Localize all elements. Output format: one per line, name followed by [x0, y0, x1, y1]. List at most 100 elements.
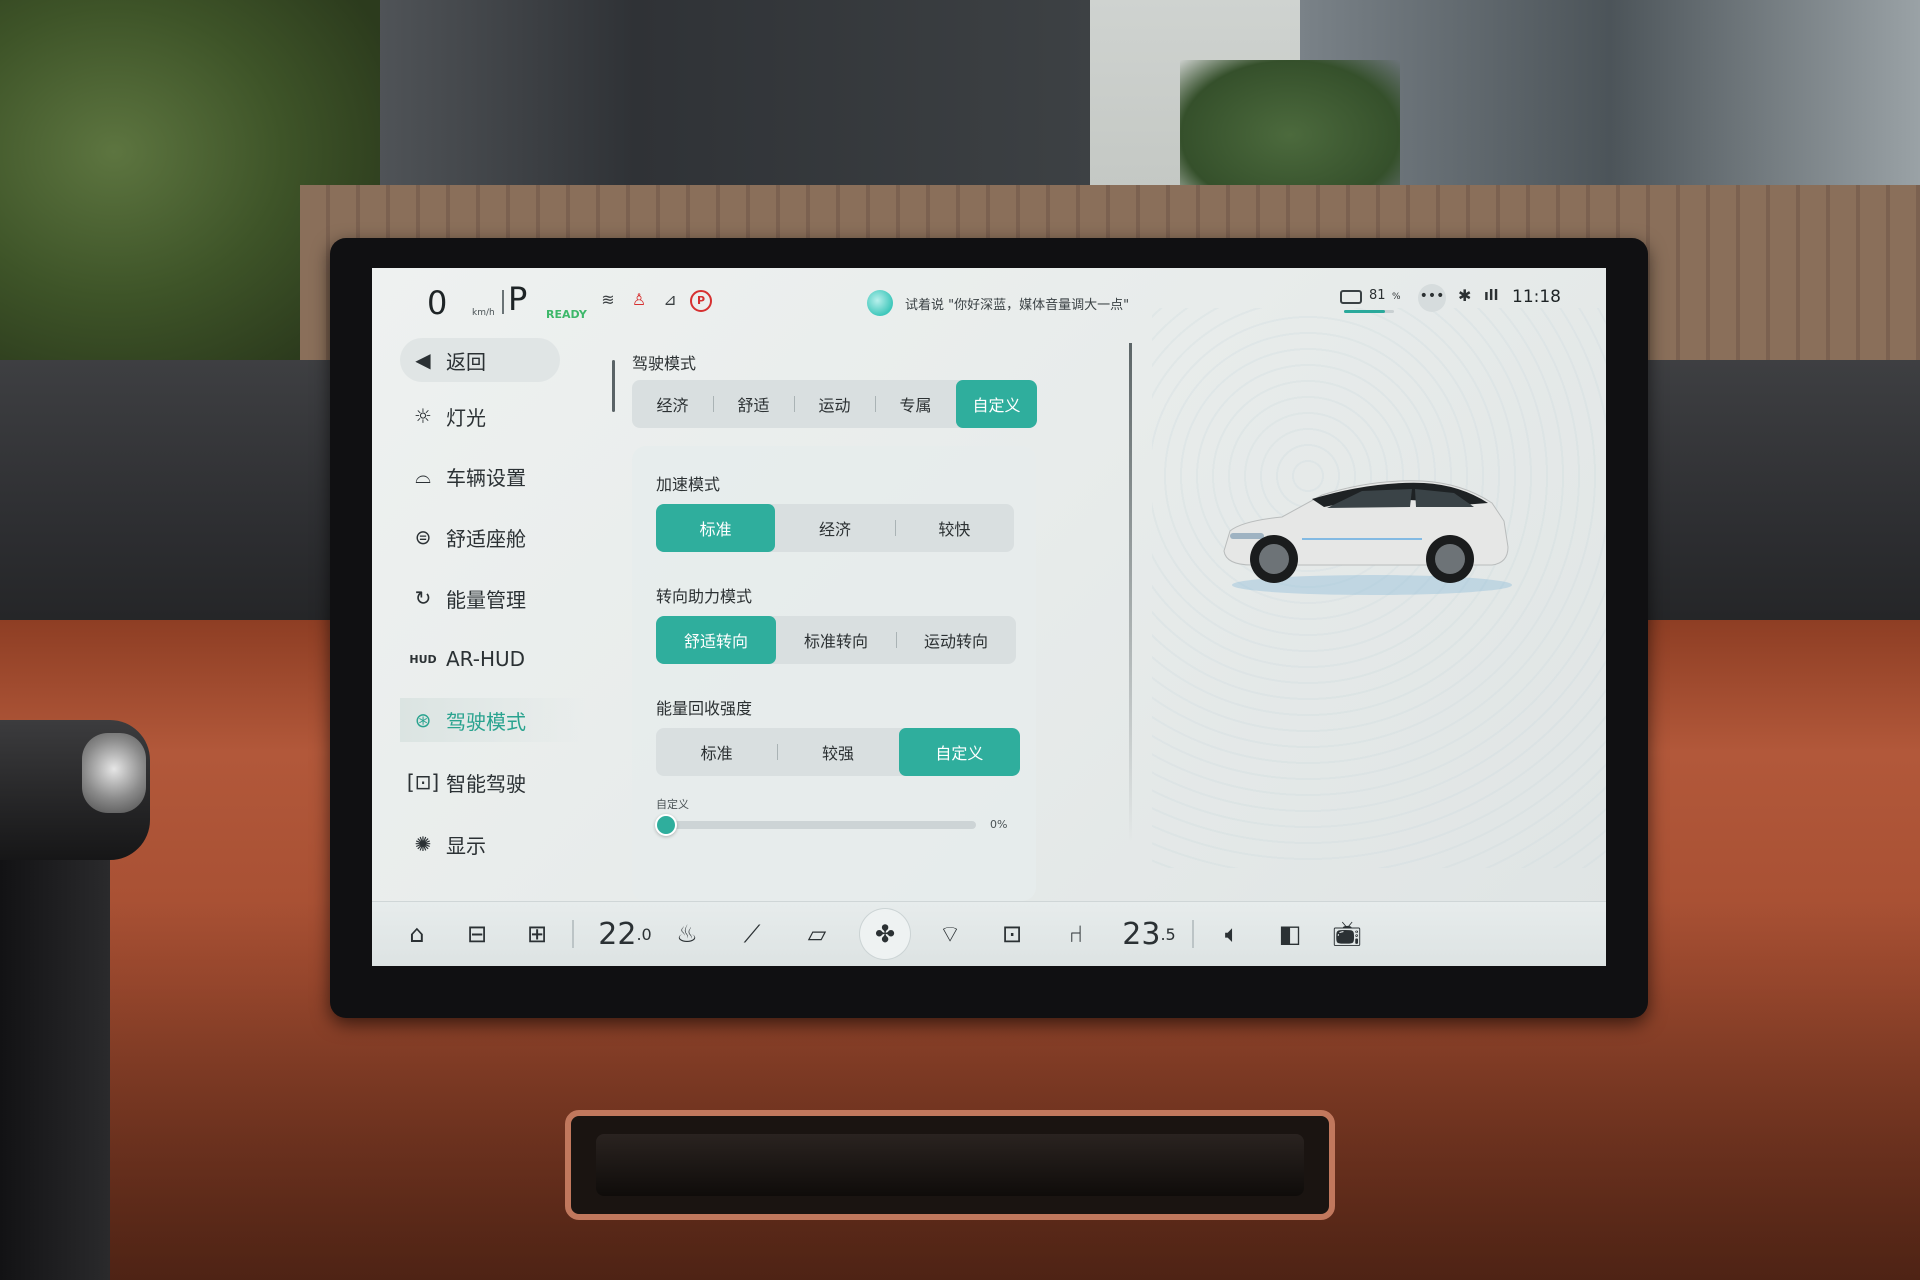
regen-selector: 标准 较强 自定义 [656, 728, 1020, 776]
hud-icon: HUD [409, 652, 437, 666]
sidebar-item-label: 显示 [446, 833, 486, 858]
regen-option-strong[interactable]: 较强 [777, 728, 898, 776]
regen-option-standard[interactable]: 标准 [656, 728, 777, 776]
accel-option-fast[interactable]: 较快 [894, 504, 1014, 552]
gear-indicator: P [508, 280, 528, 318]
sidebar-item-label: 灯光 [446, 405, 486, 430]
regen-slider-handle[interactable] [655, 814, 677, 836]
sidebar-item-drive-mode[interactable]: ⊛ 驾驶模式 [400, 698, 585, 742]
steering-wheel-icon: ⊛ [414, 708, 432, 732]
car-view-icon[interactable]: ⏥ [792, 914, 842, 954]
steering-option-comfort[interactable]: 舒适转向 [656, 616, 776, 664]
back-arrow-icon: ◀ [415, 348, 431, 372]
dock-divider [1192, 920, 1194, 948]
voice-hint-text: 试着说 "你好深蓝，媒体音量调大一点" [905, 298, 1130, 313]
wiper-icon[interactable]: ⟋ [732, 914, 772, 954]
bluetooth-icon: ✱ [1458, 286, 1472, 305]
panel-divider [1129, 343, 1132, 843]
speed-unit: km/h [472, 308, 495, 318]
light-icon: ☼ [414, 404, 432, 428]
settings-sidebar: ◀ 返回 ☼ 灯光 ⌓ 车辆设置 ⊜ 舒适座舱 ↻ 能量管理 HUD AR-HU… [400, 338, 585, 898]
sidebar-item-energy[interactable]: ↻ 能量管理 [400, 576, 585, 620]
dock-divider [572, 920, 574, 948]
steering-option-standard[interactable]: 标准转向 [776, 616, 896, 664]
more-menu-button[interactable]: ••• [1418, 284, 1446, 312]
drive-mode-option-sport[interactable]: 运动 [794, 380, 875, 428]
vehicle-image [1223, 480, 1512, 595]
regen-slider-track[interactable] [666, 821, 976, 829]
drive-mode-panel: 驾驶模式 经济 舒适 运动 专属 自定义 加速模式 标准 经济 较快 转向助力模… [632, 350, 1037, 901]
bottom-dock: ⌂ ⊟ ⊞ 22.0 ♨ ⟋ ⏥ ✤ ⌔ ⊡ ⑁ 23.5 🔈︎ ◧ 📺︎ [372, 901, 1606, 966]
right-temperature[interactable]: 23.5 [1114, 914, 1184, 954]
rear-defrost-icon[interactable]: ⊡ [992, 914, 1032, 954]
sidebar-item-label: 智能驾驶 [446, 771, 526, 796]
smart-drive-icon: [⊡] [406, 770, 440, 794]
gear-stalk-knob [82, 733, 146, 813]
steering-column [0, 860, 110, 1280]
battery-unit: % [1392, 292, 1401, 302]
battery-value: 81 [1369, 288, 1386, 303]
volume-icon[interactable]: 🔈︎ [1212, 914, 1252, 954]
left-temp-main: 22 [598, 916, 637, 952]
battery-icon [1340, 290, 1362, 304]
sidebar-scroll-indicator [612, 360, 615, 412]
sidebar-item-label: 返回 [446, 349, 486, 374]
sidebar-item-vehicle-settings[interactable]: ⌓ 车辆设置 [400, 454, 585, 498]
steering-option-sport[interactable]: 运动转向 [896, 616, 1016, 664]
display-icon: ✺ [414, 832, 432, 856]
drive-mode-option-exclusive[interactable]: 专属 [875, 380, 956, 428]
drive-mode-option-eco[interactable]: 经济 [632, 380, 713, 428]
seat-heat-icon[interactable]: ♨ [667, 914, 707, 954]
steering-mode-selector: 舒适转向 标准转向 运动转向 [656, 616, 1016, 664]
custom-settings-card: 加速模式 标准 经济 较快 转向助力模式 舒适转向 标准转向 运动转向 能量回收… [632, 446, 1036, 901]
right-temp-decimal: .5 [1160, 924, 1176, 944]
seat-vent-icon[interactable]: ⑁ [1056, 914, 1096, 954]
car-icon: ⌓ [415, 464, 431, 488]
accel-mode-selector: 标准 经济 较快 [656, 504, 1014, 552]
sidebar-item-smart-drive[interactable]: [⊡] 智能驾驶 [400, 760, 585, 804]
apps-grid-icon[interactable]: ⊞ [517, 914, 557, 954]
infotainment-screen: 0 km/h P READY ≋ ♙ ⊿ P 试着说 "你好深蓝，媒体音量调大一… [372, 268, 1606, 966]
left-temp-decimal: .0 [636, 924, 652, 944]
battery-level-fill [1344, 310, 1385, 313]
gear-divider [502, 290, 504, 314]
status-bar: 0 km/h P READY ≋ ♙ ⊿ P 试着说 "你好深蓝，媒体音量调大一… [372, 268, 1606, 328]
home-icon[interactable]: ⌂ [397, 914, 437, 954]
regen-slider-label: 自定义 [656, 798, 689, 811]
sidebar-item-ar-hud[interactable]: HUD AR-HUD [400, 637, 585, 681]
drive-mode-option-comfort[interactable]: 舒适 [713, 380, 794, 428]
back-button[interactable]: ◀ 返回 [400, 338, 560, 382]
car-icon[interactable]: ⊟ [457, 914, 497, 954]
sidebar-item-label: 驾驶模式 [446, 709, 526, 734]
steering-mode-title: 转向助力模式 [656, 587, 753, 606]
split-screen-icon[interactable]: ◧ [1270, 914, 1310, 954]
fan-icon[interactable]: ✤ [860, 909, 910, 959]
parking-brake-icon: P [690, 290, 712, 312]
sidebar-item-display[interactable]: ✺ 显示 [400, 822, 585, 866]
seatbelt-warning-icon: ♙ [631, 290, 647, 309]
clock: 11:18 [1512, 287, 1561, 307]
accel-option-eco[interactable]: 经济 [775, 504, 894, 552]
sidebar-item-label: AR-HUD [446, 647, 526, 671]
front-defrost-icon[interactable]: ⌔ [930, 914, 970, 954]
sidebar-item-comfort-cabin[interactable]: ⊜ 舒适座舱 [400, 515, 585, 559]
sidebar-item-label: 能量管理 [446, 587, 526, 612]
battery-level-bar [1344, 310, 1394, 313]
regen-slider-value: 0% [990, 818, 1008, 831]
regen-option-custom[interactable]: 自定义 [898, 728, 1020, 776]
air-vent [565, 1110, 1335, 1220]
sidebar-item-label: 舒适座舱 [446, 526, 526, 551]
sidebar-item-lights[interactable]: ☼ 灯光 [400, 394, 585, 438]
accel-mode-title: 加速模式 [656, 475, 721, 494]
drive-mode-option-custom[interactable]: 自定义 [956, 380, 1037, 428]
accel-option-standard[interactable]: 标准 [656, 504, 776, 552]
tv-icon[interactable]: 📺︎ [1327, 914, 1367, 954]
speed-readout: 0 [427, 284, 448, 322]
energy-icon: ↻ [414, 586, 432, 610]
wiper-warning-icon: ≋ [601, 290, 615, 309]
left-temperature[interactable]: 22.0 [590, 914, 660, 954]
voice-assistant-icon[interactable] [867, 290, 893, 316]
right-temp-main: 23 [1122, 916, 1161, 952]
sidebar-item-label: 车辆设置 [446, 465, 526, 490]
ready-indicator: READY [546, 308, 587, 321]
